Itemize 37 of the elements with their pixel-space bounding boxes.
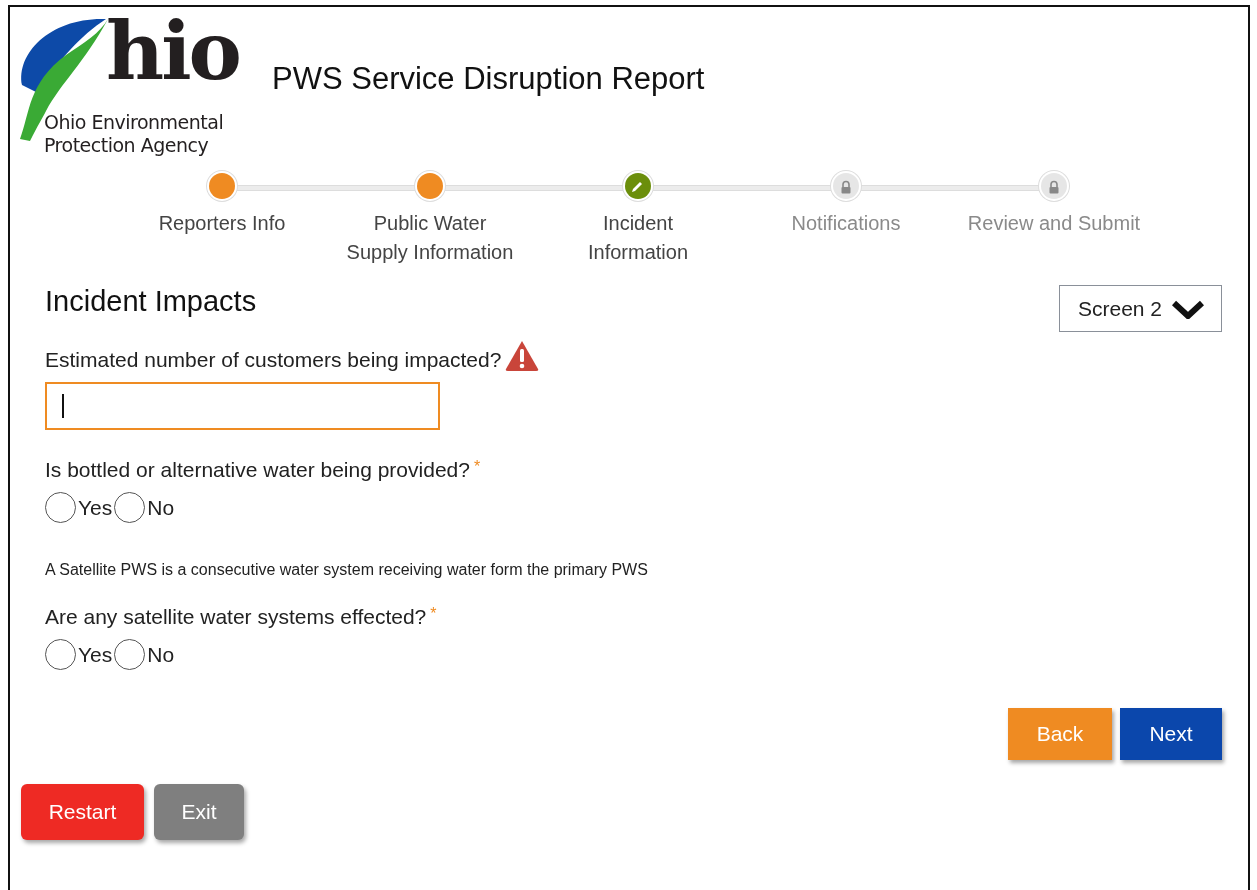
question-label: Estimated number of customers being impacted? (45, 348, 502, 372)
question-label: Are any satellite water systems effected? (45, 605, 427, 629)
logo-wordmark: hio (106, 11, 239, 91)
exit-button[interactable]: Exit (154, 784, 244, 840)
chevron-down-icon (1172, 298, 1205, 319)
help-text: A Satellite PWS is a consecutive water system receiving water form the primary PWS (45, 561, 649, 579)
step-label: Incident Information (586, 211, 690, 265)
text-cursor-icon (62, 394, 64, 418)
agency-name: Ohio Environmental (44, 113, 224, 132)
step-label: Notifications (791, 211, 901, 236)
question-label: Is bottled or alternative water being provided? (45, 458, 470, 482)
radio-label: No (147, 642, 175, 667)
page-title: PWS Service Disruption Report (272, 61, 705, 97)
customers-input-field[interactable] (45, 382, 440, 430)
lock-icon (839, 178, 853, 194)
step-label: Public Water Supply Information (345, 211, 515, 265)
radio-button[interactable] (114, 492, 146, 523)
screen-dropdown[interactable]: Screen 2 (1059, 285, 1222, 332)
step-current-dot[interactable] (625, 173, 651, 199)
radio-label: Yes (78, 495, 113, 520)
radio-label: No (147, 495, 175, 520)
step-label: Reporters Info (158, 211, 286, 236)
required-asterisk: * (430, 605, 437, 623)
step-complete-dot[interactable] (417, 173, 443, 199)
lock-icon (1047, 178, 1061, 194)
restart-button[interactable]: Restart (21, 784, 144, 840)
step-complete-dot[interactable] (209, 173, 235, 199)
back-button[interactable]: Back (1008, 708, 1112, 760)
radio-button[interactable] (45, 639, 76, 670)
section-heading: Incident Impacts (45, 285, 257, 318)
next-button[interactable]: Next (1120, 708, 1222, 760)
radio-button[interactable] (114, 639, 146, 670)
required-asterisk: * (473, 458, 481, 476)
agency-name: Protection Agency (44, 136, 209, 155)
radio-button[interactable] (45, 492, 76, 523)
step-label: Review and Submit (967, 211, 1141, 236)
radio-label: Yes (78, 642, 113, 667)
